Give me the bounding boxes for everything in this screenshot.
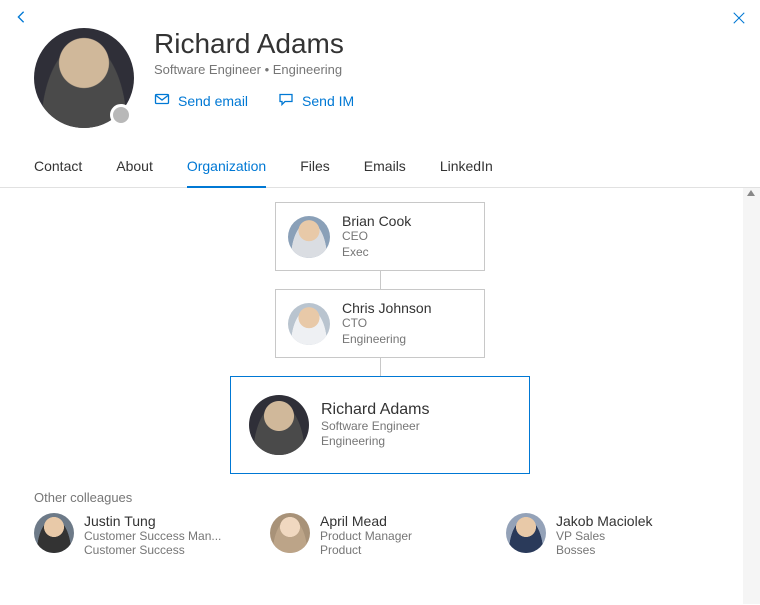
colleague-role: Product Manager <box>320 529 490 543</box>
colleague-name: Justin Tung <box>84 513 254 529</box>
tab-contact[interactable]: Contact <box>34 148 82 188</box>
tab-about[interactable]: About <box>116 148 153 188</box>
org-role: CEO <box>342 229 411 245</box>
colleague-card[interactable]: Jakob Maciolek VP Sales Bosses <box>506 513 726 557</box>
profile-subtitle: Software Engineer • Engineering <box>154 62 354 77</box>
colleague-card[interactable]: Justin Tung Customer Success Man... Cust… <box>34 513 254 557</box>
tab-organization[interactable]: Organization <box>187 148 266 188</box>
title-bar <box>0 0 760 28</box>
colleague-role: VP Sales <box>556 529 726 543</box>
colleague-name: April Mead <box>320 513 490 529</box>
tab-emails[interactable]: Emails <box>364 148 406 188</box>
org-name: Chris Johnson <box>342 300 432 316</box>
org-card-manager-2[interactable]: Chris Johnson CTO Engineering <box>275 289 485 358</box>
org-role: CTO <box>342 316 432 332</box>
org-connector <box>380 271 381 289</box>
avatar <box>506 513 546 553</box>
org-name: Richard Adams <box>321 401 430 419</box>
colleague-dept: Product <box>320 543 490 557</box>
avatar <box>34 513 74 553</box>
content-area: Brian Cook CEO Exec Chris Johnson CTO En… <box>0 188 760 604</box>
colleagues-row: Justin Tung Customer Success Man... Cust… <box>0 513 760 557</box>
profile-name: Richard Adams <box>154 28 354 60</box>
org-chart: Brian Cook CEO Exec Chris Johnson CTO En… <box>0 188 760 474</box>
avatar <box>249 395 309 455</box>
org-dept: Engineering <box>342 332 432 348</box>
org-connector <box>380 358 381 376</box>
send-im-link[interactable]: Send IM <box>278 91 354 110</box>
colleague-dept: Bosses <box>556 543 726 557</box>
close-button[interactable] <box>732 10 746 28</box>
colleague-dept: Customer Success <box>84 543 254 557</box>
org-role: Software Engineer <box>321 419 430 435</box>
scrollbar[interactable] <box>743 188 760 604</box>
org-name: Brian Cook <box>342 213 411 229</box>
colleagues-heading: Other colleagues <box>0 474 760 513</box>
org-card-self[interactable]: Richard Adams Software Engineer Engineer… <box>230 376 530 474</box>
avatar <box>288 303 330 345</box>
send-im-label: Send IM <box>302 93 354 109</box>
tab-bar: Contact About Organization Files Emails … <box>0 148 760 188</box>
org-dept: Engineering <box>321 434 430 450</box>
back-button[interactable] <box>14 10 28 28</box>
colleague-name: Jakob Maciolek <box>556 513 726 529</box>
tab-linkedin[interactable]: LinkedIn <box>440 148 493 188</box>
org-card-manager-1[interactable]: Brian Cook CEO Exec <box>275 202 485 271</box>
scrollbar-up-arrow-icon[interactable] <box>747 190 755 196</box>
tab-files[interactable]: Files <box>300 148 330 188</box>
org-dept: Exec <box>342 245 411 261</box>
presence-indicator <box>110 104 132 126</box>
profile-header: Richard Adams Software Engineer • Engine… <box>0 28 760 138</box>
avatar <box>288 216 330 258</box>
send-email-link[interactable]: Send email <box>154 91 248 110</box>
colleague-role: Customer Success Man... <box>84 529 254 543</box>
chat-icon <box>278 91 294 110</box>
avatar <box>270 513 310 553</box>
colleague-card[interactable]: April Mead Product Manager Product <box>270 513 490 557</box>
send-email-label: Send email <box>178 93 248 109</box>
profile-avatar[interactable] <box>34 28 134 128</box>
mail-icon <box>154 91 170 110</box>
